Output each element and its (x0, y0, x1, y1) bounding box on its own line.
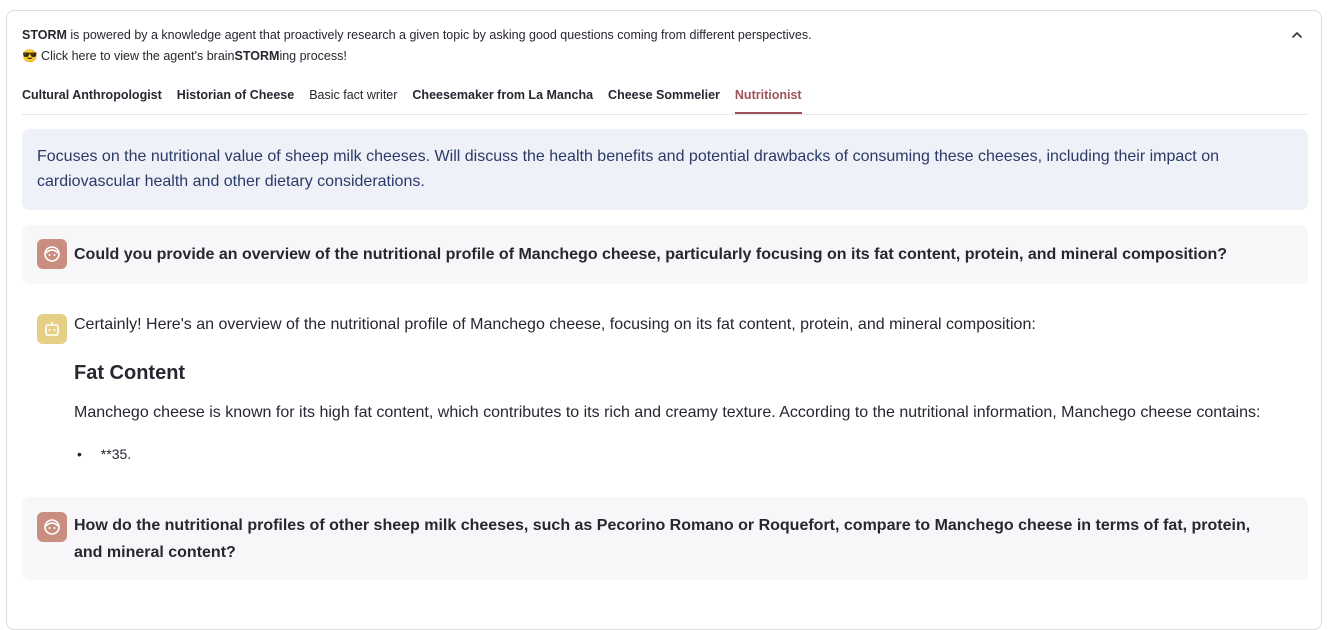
answer-heading: Fat Content (74, 362, 186, 384)
tab-cultural-anthropologist[interactable]: Cultural Anthropologist (22, 85, 162, 114)
question-text: How do the nutritional profiles of other… (74, 517, 1251, 561)
expander-header[interactable]: STORM is powered by a knowledge agent th… (22, 25, 1292, 67)
user-avatar-icon (37, 512, 67, 542)
question-text: Could you provide an overview of the nut… (74, 246, 1228, 263)
perspective-tabs: Cultural Anthropologist Historian of Che… (22, 85, 1308, 115)
storm-expander: STORM is powered by a knowledge agent th… (6, 10, 1322, 630)
storm-intro: STORM is powered by a knowledge agent th… (22, 25, 1292, 46)
click-to-view-link[interactable]: 😎 Click here to view the agent's brainST… (22, 46, 1292, 67)
click-brand: STORM (234, 49, 280, 63)
answer-paragraph: Manchego cheese is known for its high fa… (74, 404, 1261, 421)
tab-historian-of-cheese[interactable]: Historian of Cheese (177, 85, 294, 114)
tab-cheese-sommelier[interactable]: Cheese Sommelier (608, 85, 720, 114)
tab-cheesemaker-from-la-mancha[interactable]: Cheesemaker from La Mancha (412, 85, 593, 114)
bullet-dot-icon: • (77, 446, 82, 462)
bullet-text: **35. (100, 446, 132, 462)
assistant-avatar-icon (37, 314, 67, 344)
user-avatar-icon (37, 239, 67, 269)
tab-nutritionist[interactable]: Nutritionist (734, 85, 802, 114)
list-item: • **35. (77, 446, 131, 462)
user-question-message: How do the nutritional profiles of other… (22, 497, 1308, 580)
perspective-description: Focuses on the nutritional value of shee… (22, 129, 1308, 210)
click-text: Click here to view the agent's brain (37, 49, 235, 63)
user-question-message: Could you provide an overview of the nut… (22, 225, 1308, 284)
sunglasses-emoji-icon: 😎 (22, 49, 38, 63)
answer-intro: Certainly! Here's an overview of the nut… (74, 316, 1036, 333)
intro-text: is powered by a knowledge agent that pro… (66, 28, 812, 42)
click-text-end: ing process! (279, 49, 347, 63)
intro-brand: STORM (22, 28, 67, 42)
chevron-up-icon[interactable] (1289, 27, 1305, 43)
tab-basic-fact-writer[interactable]: Basic fact writer (309, 85, 397, 114)
